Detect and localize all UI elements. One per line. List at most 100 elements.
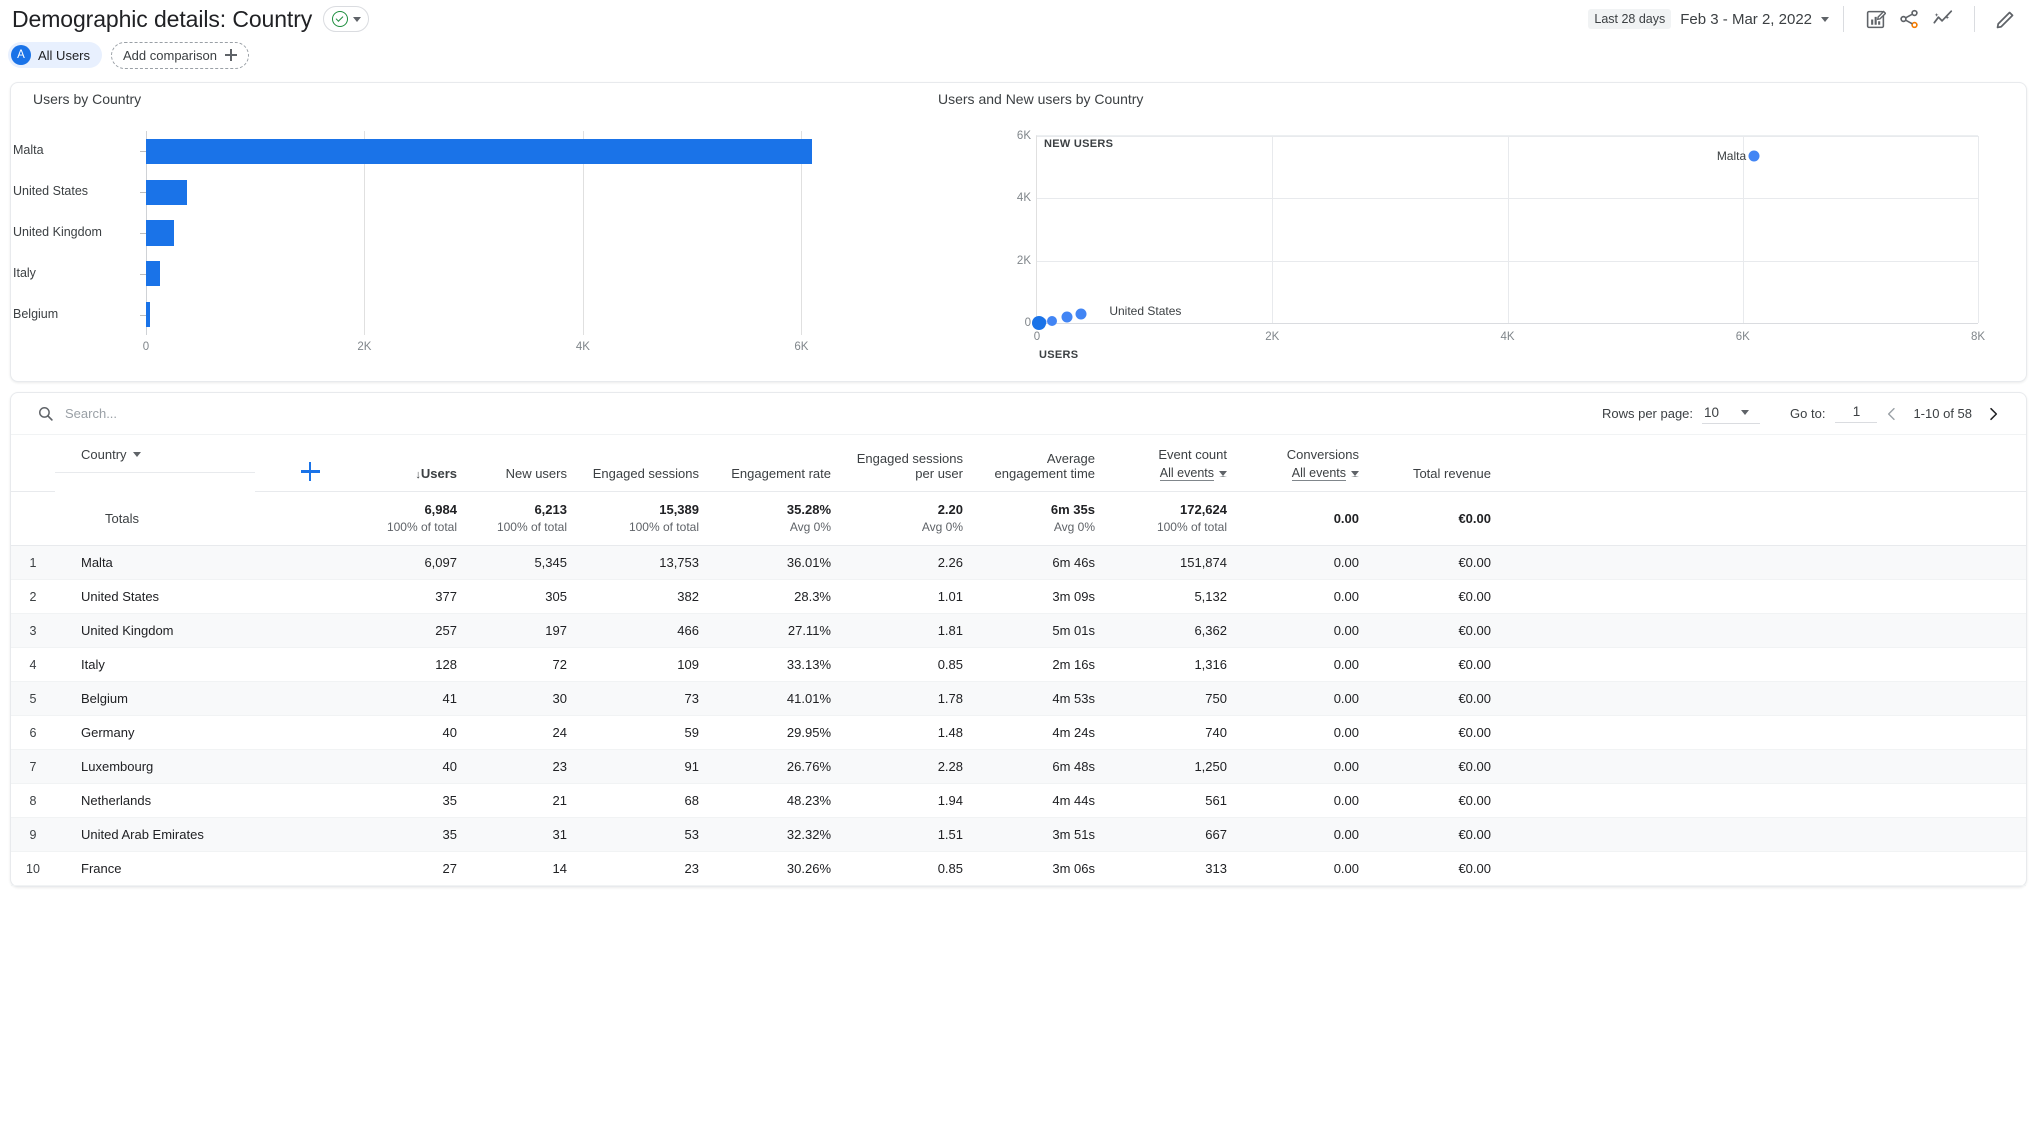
bar-category-label: Italy: [13, 265, 36, 280]
metric-cell-engagement-rate: 32.32%: [717, 817, 849, 852]
scatter-point[interactable]: [1032, 315, 1047, 330]
chevron-down-icon: [1351, 470, 1359, 477]
chart-title: Users and New users by Country: [938, 91, 1144, 107]
metric-cell-users: 27: [365, 851, 475, 886]
country-cell[interactable]: Luxembourg: [55, 749, 365, 784]
table-row[interactable]: 2 United States 377 305 382 28.3% 1.01 3m 09s 5,…: [11, 579, 2026, 614]
metric-header-engaged-sessions[interactable]: Engaged sessions: [585, 435, 717, 492]
metric-header-sessions-per-user[interactable]: Engaged sessions per user: [849, 435, 981, 492]
scatter-point[interactable]: [1748, 150, 1760, 162]
bar-row[interactable]: Malta: [13, 138, 856, 165]
bar-fill[interactable]: [146, 301, 151, 328]
bar-category-label: Belgium: [13, 306, 59, 321]
spacer-cell: [1509, 783, 2026, 818]
dimension-header[interactable]: Country: [55, 435, 255, 473]
table-row[interactable]: 9 United Arab Emirates 35 31 53 32.32% 1.51 3m …: [11, 817, 2026, 852]
bar-fill[interactable]: [146, 220, 175, 246]
metric-cell-conversions: 0.00: [1245, 715, 1377, 750]
metric-header-avg-engagement-time[interactable]: Average engagement time: [981, 435, 1113, 492]
date-range-picker[interactable]: Feb 3 - Mar 2, 2022: [1680, 11, 1829, 28]
metric-cell-conversions: 0.00: [1245, 851, 1377, 886]
metric-cell-new-users: 72: [475, 647, 585, 682]
add-comparison-button[interactable]: Add comparison: [111, 41, 249, 69]
metric-cell-new-users: 21: [475, 783, 585, 818]
metric-cell-new-users: 197: [475, 613, 585, 648]
country-cell[interactable]: United Kingdom: [55, 613, 365, 648]
metric-cell-engagement-rate: 26.76%: [717, 749, 849, 784]
conversions-filter[interactable]: All events: [1245, 466, 1359, 481]
report-status-dropdown[interactable]: [323, 6, 370, 32]
metric-cell-users: 40: [365, 715, 475, 750]
scatter-x-tick-label: 4K: [1500, 331, 1515, 343]
metric-cell-engagement-rate: 30.26%: [717, 851, 849, 886]
bar-row[interactable]: Italy: [13, 261, 856, 287]
metric-cell-new-users: 305: [475, 579, 585, 614]
country-cell[interactable]: Italy: [55, 647, 365, 682]
totals-cell: 6,213 100% of total: [475, 491, 585, 546]
table-row[interactable]: 4 Italy 128 72 109 33.13% 0.85 2m 16s 1,316 0.00 €…: [11, 647, 2026, 682]
rank-header: [11, 435, 55, 492]
metric-cell-engaged-sessions: 59: [585, 715, 717, 750]
country-cell[interactable]: Germany: [55, 715, 365, 750]
scatter-plot: 0 2K 4K 6K 0 2K 4K 6K 8K NEW USERS USERS Malta Unite…: [1017, 130, 1985, 361]
metric-header-engagement-rate[interactable]: Engagement rate: [717, 435, 849, 492]
search-input[interactable]: [65, 406, 365, 421]
table-row[interactable]: 6 Germany 40 24 59 29.95% 1.48 4m 24s 740 0.00 €0.…: [11, 715, 2026, 750]
comparison-chip-all-users[interactable]: A All Users: [8, 42, 103, 68]
country-cell[interactable]: Belgium: [55, 681, 365, 716]
rank-cell: 10: [11, 851, 55, 886]
grid-line: [1037, 323, 1978, 324]
next-page-button[interactable]: [1978, 399, 2008, 429]
country-cell[interactable]: United States: [55, 579, 365, 614]
spacer-header: [1509, 435, 2026, 492]
metric-cell-conversions: 0.00: [1245, 545, 1377, 580]
bar-fill[interactable]: [146, 138, 812, 165]
metric-cell-engagement-rate: 36.01%: [717, 545, 849, 580]
rank-cell: 2: [11, 579, 55, 614]
country-cell[interactable]: France: [55, 851, 365, 886]
metric-cell-conversions: 0.00: [1245, 647, 1377, 682]
goto-input[interactable]: 1: [1835, 404, 1878, 423]
metric-header-new-users[interactable]: New users: [475, 435, 585, 492]
bar-x-tick-label: 4K: [575, 341, 590, 353]
event-count-filter[interactable]: All events: [1113, 466, 1227, 481]
edit-chart-icon[interactable]: [1858, 2, 1892, 36]
bar-row[interactable]: United Kingdom: [13, 220, 856, 246]
totals-row: Totals 6,984 100% of total 6,213 100% of tot…: [11, 491, 2026, 546]
insights-icon[interactable]: [1926, 2, 1960, 36]
metric-header-users[interactable]: ↓Users: [365, 435, 475, 492]
metric-header-conversions[interactable]: Conversions All events: [1245, 435, 1377, 492]
metric-header-total-revenue[interactable]: Total revenue: [1377, 435, 1509, 492]
plus-icon[interactable]: [300, 462, 320, 481]
share-icon[interactable]: [1892, 2, 1926, 36]
metric-cell-conversions: 0.00: [1245, 613, 1377, 648]
bar-fill[interactable]: [146, 179, 188, 205]
pencil-icon[interactable]: [1989, 2, 2023, 36]
rows-per-page-select[interactable]: 10: [1702, 403, 1761, 424]
country-cell[interactable]: Malta: [55, 545, 365, 580]
chevron-down-icon: [353, 16, 362, 22]
country-cell[interactable]: Netherlands: [55, 783, 365, 818]
table-row[interactable]: 7 Luxembourg 40 23 91 26.76% 2.28 6m 48s 1,250 0.…: [11, 749, 2026, 784]
spacer-cell: [1509, 647, 2026, 682]
table-row[interactable]: 1 Malta 6,097 5,345 13,753 36.01% 2.26 6m 46s 15…: [11, 545, 2026, 580]
rank-cell: 8: [11, 783, 55, 818]
rank-cell: 3: [11, 613, 55, 648]
bar-row[interactable]: United States: [13, 179, 856, 205]
rank-cell: 5: [11, 681, 55, 716]
country-cell[interactable]: United Arab Emirates: [55, 817, 365, 852]
table-row[interactable]: 5 Belgium 41 30 73 41.01% 1.78 4m 53s 750 0.00 €0.…: [11, 681, 2026, 716]
table-row[interactable]: 3 United Kingdom 257 197 466 27.11% 1.81 5m 01s…: [11, 613, 2026, 648]
bar-row[interactable]: Belgium: [13, 301, 856, 328]
table-row[interactable]: 10 France 27 14 23 30.26% 0.85 3m 06s 313 0.00 €0.…: [11, 851, 2026, 886]
bar-fill[interactable]: [146, 261, 160, 287]
country-table: Country ↓Users New users Engaged session…: [11, 435, 2026, 886]
table-row[interactable]: 8 Netherlands 35 21 68 48.23% 1.94 4m 44s 561 0.0…: [11, 783, 2026, 818]
previous-page-button[interactable]: [1877, 399, 1907, 429]
metric-header-event-count[interactable]: Event count All events: [1113, 435, 1245, 492]
totals-subtext: 100% of total: [496, 520, 567, 534]
scatter-point[interactable]: [1061, 311, 1073, 323]
scatter-y-tick-label: 2K: [1016, 254, 1031, 267]
scatter-point[interactable]: [1075, 308, 1087, 319]
scatter-point[interactable]: [1047, 315, 1058, 326]
